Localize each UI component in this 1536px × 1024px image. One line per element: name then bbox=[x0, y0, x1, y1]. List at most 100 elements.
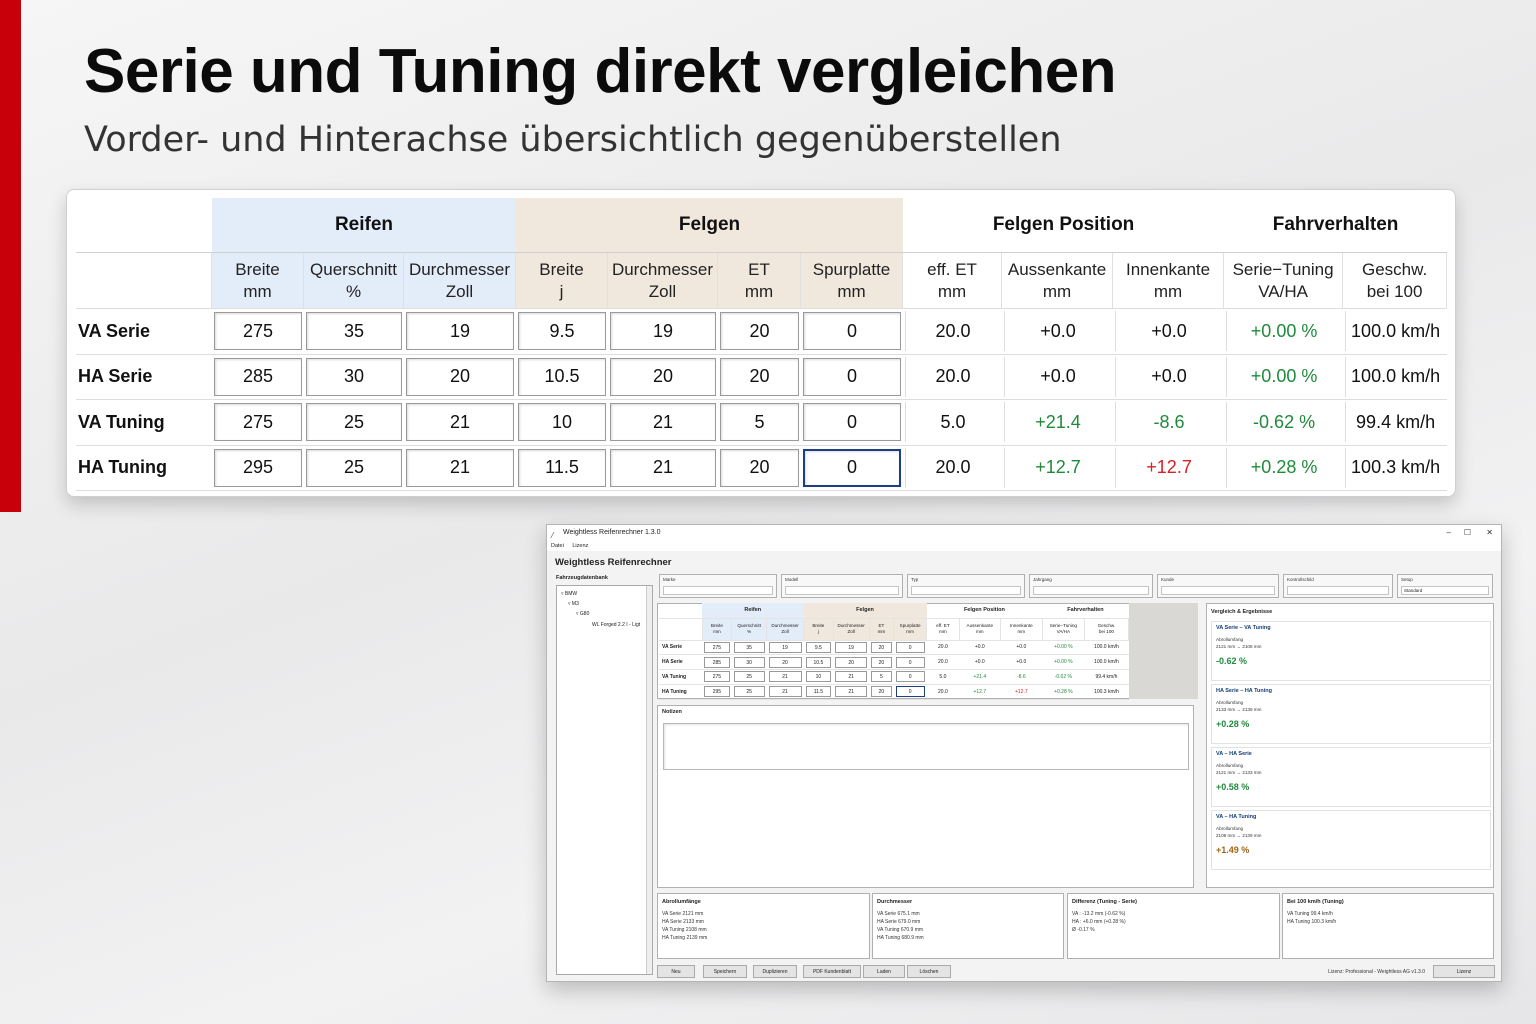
input-r_quer[interactable]: 35 bbox=[306, 312, 402, 351]
result-title: VA Serie – VA Tuning bbox=[1216, 625, 1271, 631]
input-f_et[interactable]: 20 bbox=[720, 448, 799, 487]
cell-p_innen: +0.0 bbox=[1113, 355, 1225, 400]
tree-node-bmw[interactable]: ▿ BMW bbox=[561, 591, 577, 597]
mini-input-f_et[interactable]: 20 bbox=[871, 686, 892, 698]
field-input[interactable]: Standard bbox=[1401, 586, 1489, 595]
input-r_durch[interactable]: 21 bbox=[406, 403, 514, 442]
mini-col-header-f_durch: Durchmesser Zoll bbox=[833, 618, 870, 641]
input-r_quer[interactable]: 25 bbox=[306, 403, 402, 442]
mini-input-f_durch[interactable]: 21 bbox=[835, 686, 868, 698]
input-r_breite[interactable]: 275 bbox=[214, 312, 302, 351]
mini-input-f_durch[interactable]: 20 bbox=[835, 656, 868, 668]
input-f_et[interactable]: 5 bbox=[720, 403, 799, 442]
field-input[interactable] bbox=[1287, 586, 1389, 595]
menu-datei[interactable]: Datei bbox=[551, 543, 564, 549]
mini-input-r_breite[interactable]: 295 bbox=[704, 686, 730, 698]
close-button[interactable]: ✕ bbox=[1486, 525, 1493, 541]
mini-input-r_breite[interactable]: 275 bbox=[704, 641, 730, 653]
input-r_quer[interactable]: 30 bbox=[306, 357, 402, 396]
mini-input-f_breite[interactable]: 11.5 bbox=[805, 686, 832, 698]
mini-input-r_durch[interactable]: 19 bbox=[768, 641, 802, 653]
button-löschen[interactable]: Löschen bbox=[907, 965, 951, 978]
mini-input-f_durch[interactable]: 19 bbox=[835, 641, 868, 653]
field-input[interactable] bbox=[785, 586, 899, 595]
mini-input-f_et[interactable]: 20 bbox=[871, 641, 892, 653]
field-input[interactable] bbox=[911, 586, 1021, 595]
red-accent-bar bbox=[0, 0, 21, 512]
mini-value-v_speed: 100.0 km/h bbox=[1094, 644, 1119, 651]
input-r_breite[interactable]: 295 bbox=[214, 448, 302, 487]
input-r_durch[interactable]: 19 bbox=[406, 312, 514, 351]
menu-lizenz[interactable]: Lizenz bbox=[572, 543, 588, 549]
mini-input-f_spur[interactable]: 0 bbox=[895, 641, 925, 653]
mini-input-r_breite[interactable]: 285 bbox=[704, 656, 730, 668]
button-duplizieren[interactable]: Duplizieren bbox=[753, 965, 797, 978]
col-header-name: Aussenkante bbox=[1007, 259, 1107, 279]
input-f_breite[interactable]: 10.5 bbox=[518, 357, 606, 396]
mini-input-r_quer[interactable]: 35 bbox=[733, 641, 765, 653]
mini-input-r_durch[interactable]: 21 bbox=[768, 671, 802, 683]
cell-r_breite: 275 bbox=[212, 309, 304, 355]
mini-input-f_spur[interactable]: 0 bbox=[895, 686, 925, 698]
tree-node-wheel[interactable]: WL Forged 2.2 I - Ligt bbox=[592, 622, 640, 628]
notes-textarea[interactable] bbox=[663, 723, 1189, 770]
mini-input-r_quer[interactable]: 30 bbox=[733, 656, 765, 668]
cell-r_quer: 25 bbox=[304, 446, 404, 491]
field-input[interactable] bbox=[663, 586, 773, 595]
mini-input-f_durch[interactable]: 21 bbox=[835, 671, 868, 683]
button-laden[interactable]: Laden bbox=[863, 965, 905, 978]
summary-line: VA : -13.2 mm (-0.62 %) bbox=[1072, 911, 1126, 917]
tree-scrollbar[interactable] bbox=[646, 586, 652, 974]
input-f_durch[interactable]: 20 bbox=[610, 357, 716, 396]
input-r_quer[interactable]: 25 bbox=[306, 448, 402, 487]
input-f_durch[interactable]: 21 bbox=[610, 448, 716, 487]
field-kontrollschild: Kontrollschild bbox=[1283, 574, 1393, 598]
mini-input-f_et[interactable]: 5 bbox=[871, 671, 892, 683]
input-f_breite[interactable]: 10 bbox=[518, 403, 606, 442]
input-f_et[interactable]: 20 bbox=[720, 357, 799, 396]
input-r_breite[interactable]: 275 bbox=[214, 403, 302, 442]
input-f_spur[interactable]: 0 bbox=[803, 357, 902, 396]
mini-input-f_breite[interactable]: 9.5 bbox=[805, 641, 832, 653]
tree-node-g80[interactable]: ▿ G80 bbox=[576, 611, 589, 617]
mini-cell-v_diff: +0.00 % bbox=[1042, 654, 1085, 671]
maximize-button[interactable]: ☐ bbox=[1464, 525, 1471, 541]
input-r_breite[interactable]: 285 bbox=[214, 357, 302, 396]
mini-input-f_breite[interactable]: 10 bbox=[805, 671, 832, 683]
input-f_breite[interactable]: 9.5 bbox=[518, 312, 606, 351]
button-neu[interactable]: Neu bbox=[657, 965, 695, 978]
mini-input-f_spur[interactable]: 0 bbox=[895, 671, 925, 683]
mini-input-r_quer[interactable]: 25 bbox=[733, 686, 765, 698]
mini-input-r_durch[interactable]: 20 bbox=[768, 656, 802, 668]
mini-input-r_quer[interactable]: 25 bbox=[733, 671, 765, 683]
button-speichern[interactable]: Speichern bbox=[703, 965, 747, 978]
mini-input-r_durch[interactable]: 21 bbox=[768, 686, 802, 698]
input-f_et[interactable]: 20 bbox=[720, 312, 799, 351]
mini-input-r_breite[interactable]: 275 bbox=[704, 671, 730, 683]
tree-node-m3[interactable]: ▿ M3 bbox=[568, 601, 579, 607]
field-input[interactable] bbox=[1033, 586, 1149, 595]
mini-input-f_spur[interactable]: 0 bbox=[895, 656, 925, 668]
input-f_spur[interactable]: 0 bbox=[803, 448, 902, 487]
cell-v_speed: 100.0 km/h bbox=[1343, 309, 1448, 355]
input-f_breite[interactable]: 11.5 bbox=[518, 448, 606, 487]
col-header-f_breite: Breite j bbox=[516, 253, 608, 309]
field-input[interactable] bbox=[1161, 586, 1275, 595]
input-f_spur[interactable]: 0 bbox=[803, 403, 902, 442]
mini-cell-f_et: 20 bbox=[869, 654, 894, 671]
input-f_durch[interactable]: 19 bbox=[610, 312, 716, 351]
mini-input-f_et[interactable]: 20 bbox=[871, 656, 892, 668]
mini-cell-v_speed: 100.3 km/h bbox=[1084, 684, 1129, 700]
col-header-name: Serie−Tuning bbox=[1232, 259, 1334, 279]
minimize-button[interactable]: – bbox=[1447, 525, 1451, 541]
input-f_durch[interactable]: 21 bbox=[610, 403, 716, 442]
input-f_spur[interactable]: 0 bbox=[803, 312, 902, 351]
mini-input-f_breite[interactable]: 10.5 bbox=[805, 656, 832, 668]
input-r_durch[interactable]: 21 bbox=[406, 448, 514, 487]
vehicle-tree[interactable]: ▿ BMW ▿ M3 ▿ G80 WL Forged 2.2 I - Ligt bbox=[556, 585, 653, 975]
license-button[interactable]: Lizenz bbox=[1433, 965, 1495, 978]
input-r_durch[interactable]: 20 bbox=[406, 357, 514, 396]
button-pdf-kundenblatt[interactable]: PDF Kundenblatt bbox=[803, 965, 861, 978]
col-header-unit: bei 100 bbox=[1366, 281, 1423, 301]
title-bar: ⁄ Weightless Reifenrechner 1.3.0 – ☐ ✕ bbox=[547, 525, 1501, 541]
